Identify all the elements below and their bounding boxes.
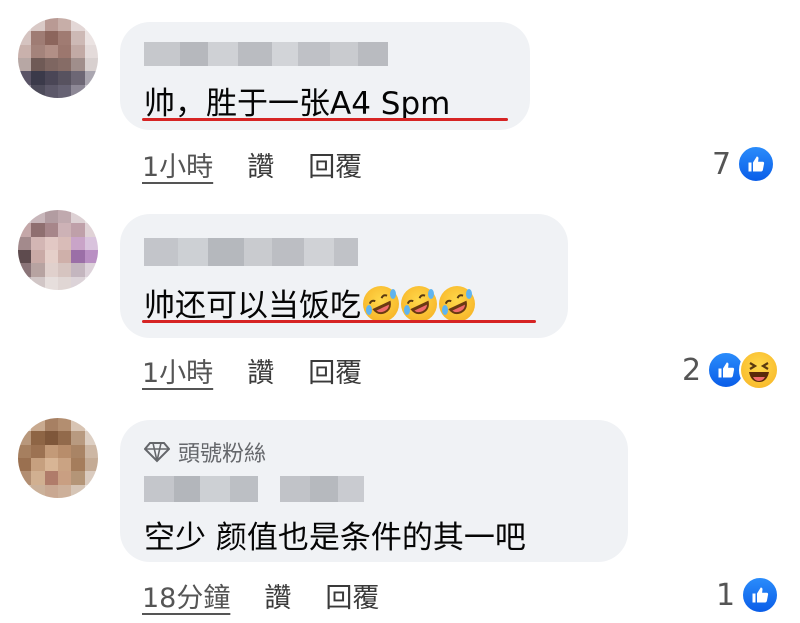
like-button[interactable]: 讚 — [247, 351, 274, 390]
comment-text: 帅，胜于一张A4 Spm — [144, 86, 451, 122]
like-button[interactable]: 讚 — [247, 145, 274, 184]
comment-bubble: 帅，胜于一张A4 Spm — [120, 22, 530, 130]
reaction-summary[interactable]: 7 — [712, 145, 776, 183]
timestamp-link[interactable]: 1小時 — [142, 351, 213, 390]
reaction-count: 2 — [682, 352, 702, 388]
like-button[interactable]: 讚 — [264, 576, 291, 615]
top-fan-badge[interactable]: 頭號粉絲 — [144, 436, 266, 468]
reply-button[interactable]: 回覆 — [308, 145, 362, 184]
diamond-icon — [144, 442, 170, 463]
reply-button[interactable]: 回覆 — [325, 576, 379, 615]
blurred-author-name[interactable] — [144, 238, 358, 266]
reaction-count: 7 — [712, 146, 732, 182]
comment-actions: 1小時 讚 回覆 — [142, 145, 362, 184]
rolling-on-floor-laughing-icon — [401, 286, 437, 322]
comment-text-body: 帅还可以当饭吃 — [144, 288, 361, 324]
blurred-author-name[interactable] — [144, 476, 364, 502]
timestamp-link[interactable]: 18分鐘 — [142, 576, 230, 615]
like-icon — [741, 576, 780, 614]
haha-icon — [739, 350, 780, 390]
like-icon — [737, 145, 776, 183]
badge-label: 頭號粉絲 — [178, 442, 267, 467]
comment-actions: 18分鐘 讚 回覆 — [142, 576, 379, 615]
rolling-on-floor-laughing-icon — [439, 286, 475, 322]
red-underline — [142, 320, 536, 323]
reply-button[interactable]: 回覆 — [308, 351, 362, 390]
reaction-summary[interactable]: 1 — [716, 576, 780, 614]
comment-text: 帅还可以当饭吃 — [144, 280, 475, 325]
blurred-author-name[interactable] — [144, 42, 388, 66]
timestamp-link[interactable]: 1小時 — [142, 145, 213, 184]
comment-text: 空少 颜值也是条件的其一吧 — [144, 520, 526, 556]
red-underline — [142, 118, 508, 121]
rolling-on-floor-laughing-icon — [363, 286, 399, 322]
comment-actions: 1小時 讚 回覆 — [142, 351, 362, 390]
avatar[interactable] — [18, 210, 98, 290]
avatar[interactable] — [18, 18, 98, 98]
reaction-count: 1 — [716, 577, 736, 613]
avatar[interactable] — [18, 418, 98, 498]
reaction-summary[interactable]: 2 — [682, 350, 780, 390]
comment-bubble: 頭號粉絲 空少 颜值也是条件的其一吧 — [120, 420, 628, 562]
